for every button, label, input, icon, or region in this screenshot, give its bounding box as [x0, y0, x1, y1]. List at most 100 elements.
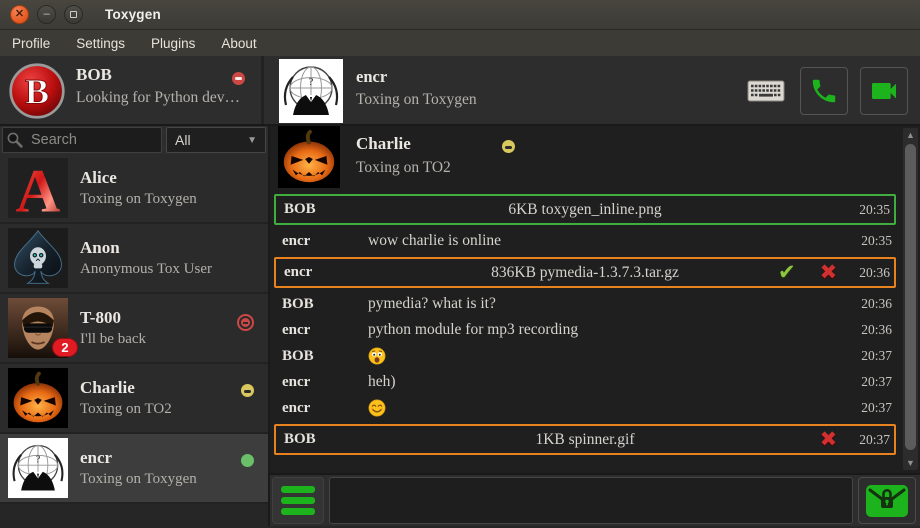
contact-avatar	[8, 228, 68, 288]
title-bar: ✕ – Toxygen	[0, 0, 920, 30]
composer	[270, 473, 920, 526]
x-icon: ✖	[820, 260, 838, 284]
contact-row-charlie[interactable]: CharlieToxing on TO2	[0, 364, 268, 434]
self-profile[interactable]: B BOB Looking for Python dev…	[0, 56, 264, 124]
message-row: encrheh) 20:37	[274, 369, 896, 395]
away-status-icon	[502, 140, 515, 153]
contact-status-message: Toxing on Toxygen	[80, 191, 197, 208]
contact-filter-dropdown[interactable]: All ▼	[166, 127, 266, 153]
search-icon	[6, 131, 24, 149]
file-transfer-row: BOB6KB toxygen_inline.png 20:35	[274, 194, 896, 225]
message-time: 20:37	[861, 348, 892, 364]
scroll-down-arrow[interactable]: ▼	[903, 456, 918, 470]
minimize-button[interactable]: –	[37, 5, 56, 24]
contact-name: Alice	[80, 168, 197, 188]
message-time: 20:36	[861, 322, 892, 338]
message-sender: encr	[282, 374, 368, 391]
message-row: BOBpymedia? what is it? 20:36	[274, 291, 896, 317]
message-sender: BOB	[282, 348, 368, 365]
contact-status-message: Toxing on Toxygen	[80, 471, 197, 488]
file-name: 1KB spinner.gif	[366, 431, 804, 449]
message-text: python module for mp3 recording	[368, 321, 851, 339]
message-sender: BOB	[282, 296, 368, 313]
message-row: encrwow charlie is online 20:35	[274, 228, 896, 254]
svg-text:?: ?	[309, 76, 314, 88]
chat-contact-name: Charlie	[356, 134, 411, 154]
chat-panel: Charlie Toxing on TO2 BOB6KB toxygen_inl…	[270, 126, 920, 526]
toxygen-window: ✕ – Toxygen ProfileSettingsPluginsAbout …	[0, 0, 920, 528]
main-body: All ▼ A Alice Toxing on Toxygen Anon Anonymo…	[0, 126, 920, 526]
message-sender: encr	[282, 233, 368, 250]
header-row: B BOB Looking for Python dev… ? encr Tox…	[0, 56, 920, 126]
close-button[interactable]: ✕	[10, 5, 29, 24]
virtual-keyboard-button[interactable]	[744, 73, 788, 109]
hamburger-icon	[281, 486, 315, 515]
online-status-icon	[241, 454, 254, 467]
message-row: BOB 20:37	[274, 343, 896, 369]
message-text: heh)	[368, 373, 851, 391]
busy-status-icon	[237, 314, 254, 331]
scroll-thumb[interactable]	[905, 144, 916, 450]
unread-badge: 2	[52, 338, 78, 357]
active-contact-name: encr	[356, 67, 387, 87]
active-contact-header: ? encr Toxing on Toxygen	[264, 56, 920, 124]
window-title: Toxygen	[105, 7, 161, 22]
x-icon: ✖	[820, 427, 838, 451]
active-contact-status-message: Toxing on Toxygen	[356, 91, 477, 109]
message-text: pymedia? what is it?	[368, 295, 851, 313]
search-input[interactable]	[2, 127, 162, 153]
chat-contact-status-message: Toxing on TO2	[356, 159, 451, 177]
file-transfer-row: encr836KB pymedia-1.3.7.3.tar.gz✔✖20:36	[274, 257, 896, 288]
message-input[interactable]	[329, 477, 853, 524]
menu-item-profile[interactable]: Profile	[12, 36, 50, 51]
contact-row-anon[interactable]: Anon Anonymous Tox User	[0, 224, 268, 294]
message-time: 20:35	[861, 233, 892, 249]
menu-item-about[interactable]: About	[221, 36, 256, 51]
menu-item-plugins[interactable]: Plugins	[151, 36, 195, 51]
svg-text:?: ?	[36, 454, 41, 465]
svg-text:A: A	[16, 158, 61, 218]
contact-filter-value: All	[175, 132, 191, 148]
message-time: 20:36	[861, 296, 892, 312]
active-contact-avatar: ?	[279, 59, 343, 123]
search-box	[2, 127, 162, 153]
decline-file-button[interactable]: ✖	[820, 262, 838, 283]
contact-avatar: ?	[8, 438, 68, 498]
scroll-up-arrow[interactable]: ▲	[903, 128, 918, 142]
message-time: 20:37	[861, 400, 892, 416]
file-name: 836KB pymedia-1.3.7.3.tar.gz	[366, 264, 804, 282]
message-text: wow charlie is online	[368, 232, 851, 250]
scrollbar[interactable]: ▲ ▼	[903, 128, 918, 470]
contact-status-message: Anonymous Tox User	[80, 261, 212, 278]
message-sender: BOB	[284, 201, 370, 218]
maximize-button[interactable]	[64, 5, 83, 24]
message-sender: BOB	[284, 431, 370, 448]
message-row: encr20:37	[274, 395, 896, 421]
contact-name: Anon	[80, 238, 212, 258]
audio-call-button[interactable]	[800, 67, 848, 115]
message-time: 20:37	[859, 432, 890, 448]
sidebar: All ▼ A Alice Toxing on Toxygen Anon Anonymo…	[0, 126, 270, 526]
chevron-down-icon: ▼	[247, 135, 257, 146]
search-row: All ▼	[0, 126, 268, 154]
menu-item-settings[interactable]: Settings	[76, 36, 125, 51]
contact-row-t-800[interactable]: 2T-800I'll be back	[0, 294, 268, 364]
contact-row-encr[interactable]: ?encrToxing on Toxygen	[0, 434, 268, 504]
message-time: 20:35	[859, 202, 890, 218]
self-status-message: Looking for Python dev…	[76, 89, 240, 107]
contact-row-alice[interactable]: A Alice Toxing on Toxygen	[0, 154, 268, 224]
video-call-button[interactable]	[860, 67, 908, 115]
contact-avatar	[8, 368, 68, 428]
file-name: 6KB toxygen_inline.png	[366, 201, 804, 219]
envelope-lock-icon	[865, 484, 909, 518]
menu-button[interactable]	[272, 477, 324, 524]
contact-status-message: Toxing on TO2	[80, 401, 172, 418]
phone-icon	[809, 76, 839, 106]
decline-file-button[interactable]: ✖	[820, 429, 838, 450]
message-time: 20:37	[861, 374, 892, 390]
header-buttons	[744, 56, 908, 126]
maximize-icon	[70, 11, 77, 18]
send-button[interactable]	[858, 477, 916, 524]
busy-status-icon	[232, 72, 245, 85]
contact-list: A Alice Toxing on Toxygen Anon Anonymous Tox…	[0, 154, 268, 526]
